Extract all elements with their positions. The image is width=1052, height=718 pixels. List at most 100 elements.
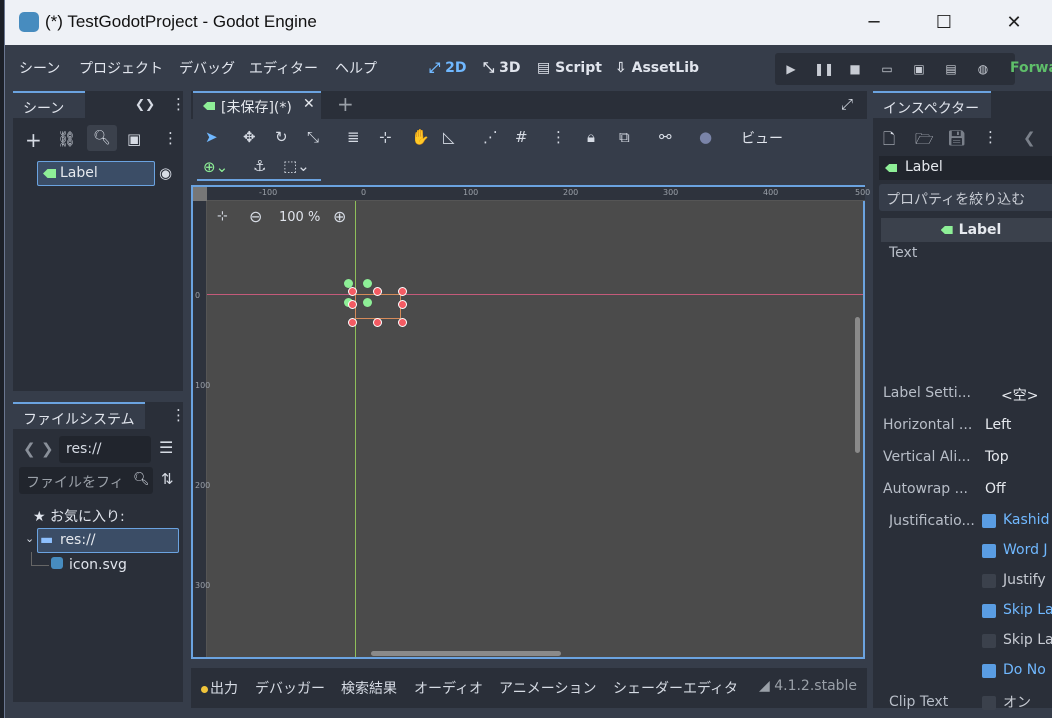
remote-debug-icon[interactable]: ▭: [878, 60, 896, 78]
grid-snap-icon[interactable]: #: [515, 128, 528, 146]
menu-help[interactable]: ヘルプ: [335, 58, 377, 78]
menu-scene[interactable]: シーン: [19, 58, 60, 78]
pivot-tool-icon[interactable]: ⊹: [379, 128, 392, 146]
resize-handle[interactable]: [348, 300, 357, 309]
bottom-tab-audio[interactable]: オーディオ: [414, 678, 483, 698]
anchor-petal[interactable]: [363, 279, 372, 288]
open-resource-icon[interactable]: 🗁: [915, 129, 934, 154]
dock-prev-icon[interactable]: ❮❯: [135, 97, 155, 111]
menu-editor[interactable]: エディター: [249, 58, 318, 78]
back-icon[interactable]: ❮: [23, 440, 36, 458]
add-node-icon[interactable]: +: [25, 128, 42, 152]
play-icon[interactable]: ▶: [782, 60, 800, 78]
zoom-in-icon[interactable]: ⊕: [333, 207, 346, 226]
menu-project[interactable]: プロジェクト: [79, 58, 163, 78]
canvas-viewport[interactable]: -100 0 100 200 300 400 500 0 100 200 300…: [191, 185, 870, 659]
pause-icon[interactable]: ❚❚: [814, 60, 834, 78]
play-scene-icon[interactable]: ▣: [910, 60, 928, 78]
list-select-icon[interactable]: ≣: [347, 128, 360, 146]
scene-tree-item-label[interactable]: Label: [37, 161, 155, 186]
group-icon[interactable]: ⧉: [619, 128, 630, 146]
resize-handle[interactable]: [398, 300, 407, 309]
resize-handle[interactable]: [398, 318, 407, 327]
vertical-scrollbar[interactable]: [855, 317, 860, 453]
filesystem-dock-tab[interactable]: ファイルシステム: [13, 402, 145, 429]
resize-handle[interactable]: [348, 318, 357, 327]
prop-autowrap[interactable]: Autowrap ... Off: [873, 474, 1052, 506]
text-property-editor[interactable]: [981, 243, 1052, 371]
movie-maker-icon[interactable]: ◍: [974, 60, 992, 78]
anchor-icon[interactable]: ⚓: [253, 157, 266, 175]
zoom-reset-icon[interactable]: ⊹: [217, 209, 228, 224]
move-tool-icon[interactable]: ✥: [243, 128, 256, 146]
new-scene-tab-icon[interactable]: +: [337, 92, 354, 116]
inspector-node-selector[interactable]: Label: [879, 156, 1052, 180]
zoom-level[interactable]: 100 %: [279, 210, 320, 225]
inspector-dock-tab[interactable]: インスペクター: [873, 91, 991, 118]
resize-handle[interactable]: [398, 287, 407, 296]
pan-tool-icon[interactable]: ✋: [411, 128, 430, 146]
play-custom-scene-icon[interactable]: ▤: [942, 60, 960, 78]
favorites-row[interactable]: ★ お気に入り:: [33, 506, 125, 526]
distraction-free-icon[interactable]: ⤢: [841, 95, 853, 113]
inspector-menu-icon[interactable]: ⋮: [983, 128, 998, 146]
label-node-rect[interactable]: [355, 294, 401, 319]
filter-nodes-button[interactable]: 🔍︎: [87, 125, 117, 151]
rotate-tool-icon[interactable]: ↻: [275, 128, 288, 146]
sort-icon[interactable]: ⇅: [161, 470, 174, 488]
inspector-section-header[interactable]: Label: [881, 218, 1052, 242]
history-back-icon[interactable]: ❮: [1023, 129, 1036, 147]
smart-snap-icon[interactable]: ⋰: [483, 128, 498, 146]
visibility-eye-icon[interactable]: ◉: [159, 164, 172, 182]
clip-text-checkbox[interactable]: [982, 696, 996, 710]
select-tool-icon[interactable]: ➤: [205, 128, 218, 146]
flag-checkbox-do-not[interactable]: [982, 664, 996, 678]
workspace-3d-button[interactable]: ⤡ 3D: [483, 60, 520, 76]
flag-checkbox-kashida[interactable]: [982, 514, 996, 528]
file-icon-svg-row[interactable]: icon.svg: [51, 557, 127, 573]
version-label[interactable]: ◢ 4.1.2.stable: [759, 678, 857, 694]
bottom-tab-output[interactable]: 出力: [201, 678, 238, 698]
bottom-tab-shader-editor[interactable]: シェーダーエディタ: [613, 678, 738, 698]
workspace-assetlib-button[interactable]: ⇩ AssetLib: [615, 60, 699, 76]
minimize-button[interactable]: ─: [839, 0, 909, 45]
flag-checkbox-justify[interactable]: [982, 574, 996, 588]
scene-menu-icon[interactable]: ⋮: [163, 129, 178, 147]
flag-checkbox-skip-last-2[interactable]: [982, 634, 996, 648]
stop-icon[interactable]: ■: [846, 60, 864, 78]
scene-tab-close-icon[interactable]: ✕: [303, 96, 315, 112]
scene-dock-tab[interactable]: シーン: [13, 91, 85, 118]
flag-checkbox-skip-last[interactable]: [982, 604, 996, 618]
add-anchor-icon[interactable]: ⊕⌄: [203, 158, 228, 176]
prop-vertical-alignment[interactable]: Vertical Ali... Top: [873, 442, 1052, 474]
filesystem-menu-icon[interactable]: ⋮: [171, 406, 186, 424]
anchor-petal[interactable]: [363, 298, 372, 307]
resize-handle[interactable]: [348, 287, 357, 296]
resize-handle[interactable]: [373, 318, 382, 327]
container-layout-icon[interactable]: ⬚⌄: [283, 157, 310, 175]
workspace-script-button[interactable]: ▤ Script: [537, 60, 602, 76]
toggle-split-icon[interactable]: ☰: [159, 438, 173, 457]
attach-script-icon[interactable]: ▣: [127, 130, 141, 148]
scale-tool-icon[interactable]: ⤡: [307, 128, 319, 146]
bottom-tab-animation[interactable]: アニメーション: [499, 678, 596, 698]
lock-icon[interactable]: 🔒︎: [587, 128, 595, 146]
scene-tab[interactable]: [未保存](*) ✕: [193, 91, 321, 119]
zoom-out-icon[interactable]: ⊖: [249, 207, 262, 226]
ruler-tool-icon[interactable]: ◺: [443, 128, 455, 146]
menu-debug[interactable]: デバッグ: [179, 58, 235, 78]
instance-scene-icon[interactable]: ⛓: [57, 130, 76, 148]
snap-options-icon[interactable]: ⋮: [551, 128, 566, 146]
bottom-tab-search-results[interactable]: 検索結果: [341, 678, 397, 698]
tree-expand-icon[interactable]: ⌄: [25, 532, 34, 545]
flag-checkbox-word[interactable]: [982, 544, 996, 558]
prop-label-settings[interactable]: Label Setti... <空>: [873, 378, 1052, 410]
new-resource-icon[interactable]: 🗋: [883, 129, 895, 154]
bone-icon[interactable]: ⚯: [659, 128, 672, 146]
view-menu-button[interactable]: ビュー: [741, 128, 783, 148]
maximize-button[interactable]: ☐: [909, 0, 979, 45]
bottom-tab-debugger[interactable]: デバッガー: [255, 678, 325, 698]
res-root-row[interactable]: ▬ res://: [37, 528, 179, 553]
path-field[interactable]: res://: [59, 436, 151, 463]
resize-handle[interactable]: [373, 287, 382, 296]
